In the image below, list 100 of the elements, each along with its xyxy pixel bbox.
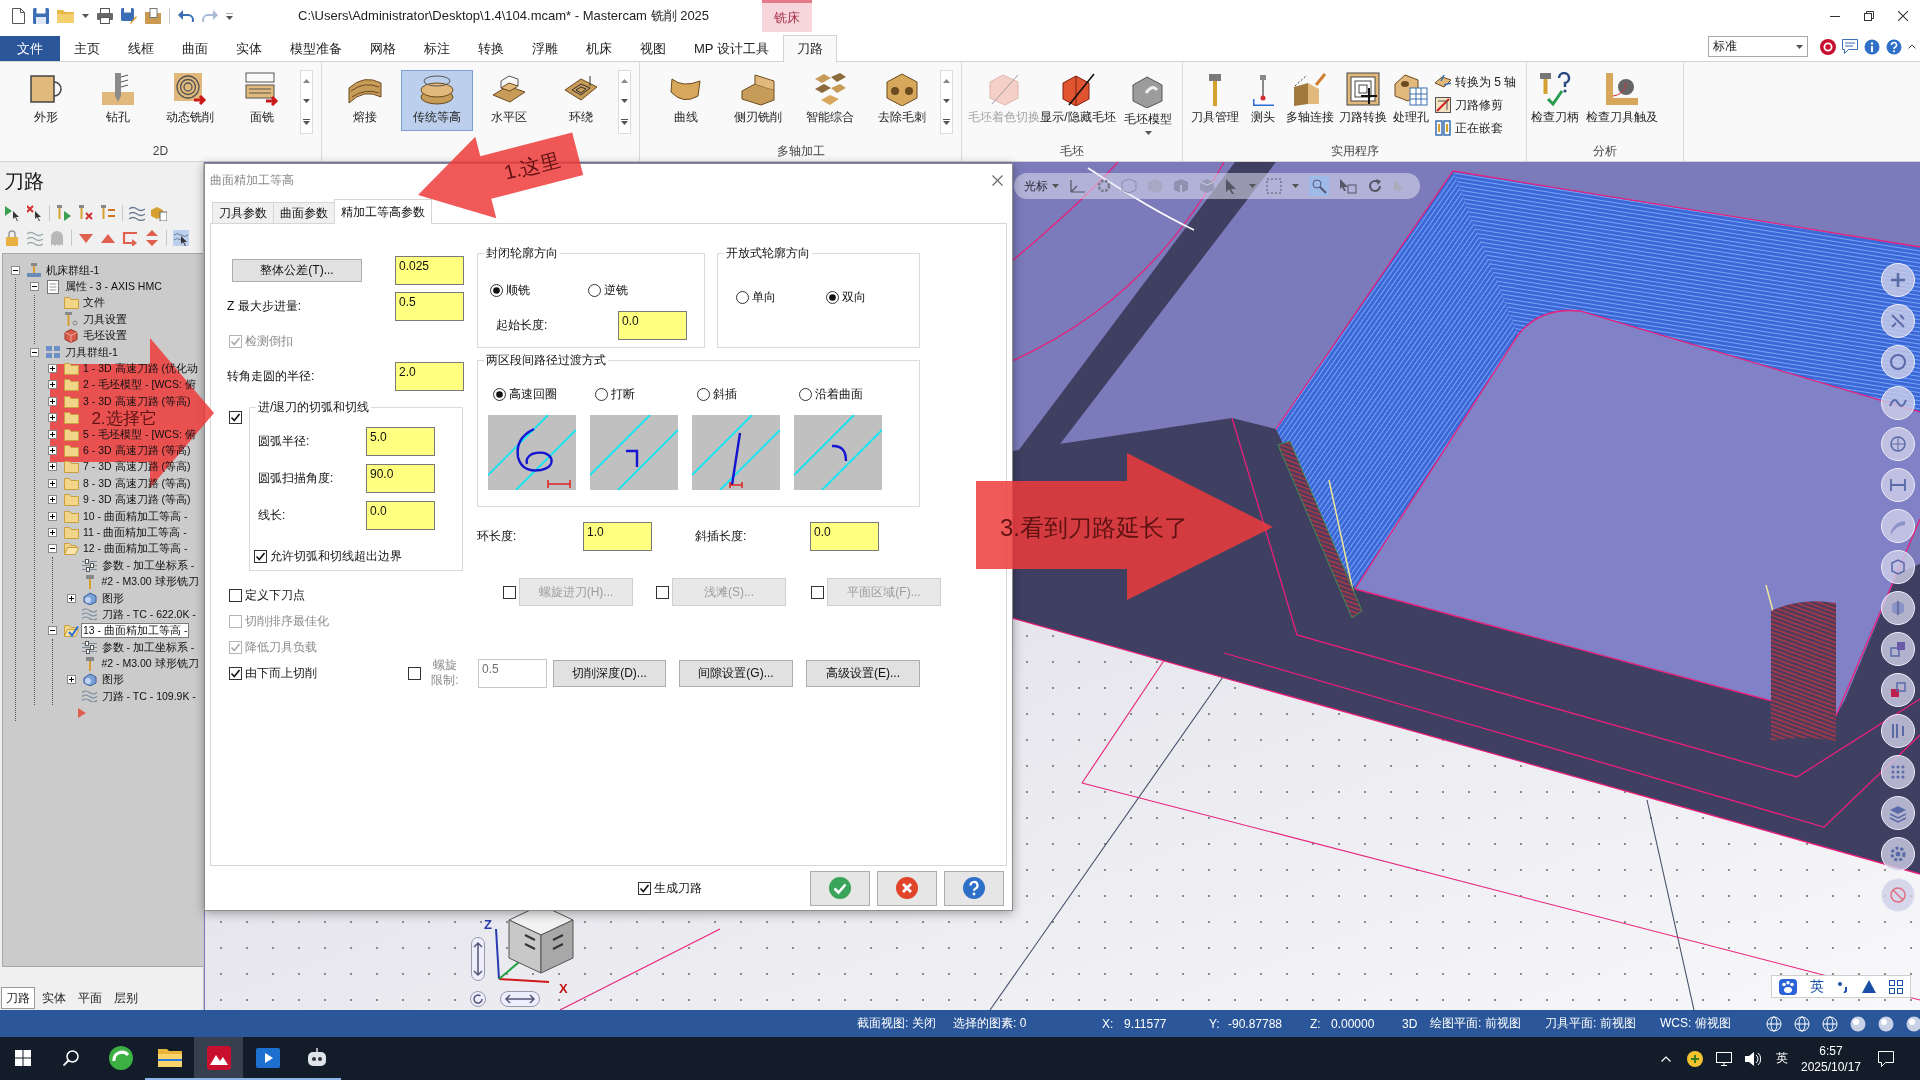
dialog-tab[interactable]: 精加工等高参数 <box>334 199 432 224</box>
ribbon-button[interactable]: 检查刀具触及 <box>1581 70 1663 131</box>
checkbox[interactable] <box>229 666 242 680</box>
folder-icon[interactable] <box>63 460 79 474</box>
tree-item[interactable]: 图形 <box>99 672 126 688</box>
expand-icon[interactable] <box>48 446 57 455</box>
menu-tab[interactable]: 主页 <box>60 36 114 61</box>
rotate-icon[interactable] <box>470 991 486 1007</box>
expand-icon[interactable] <box>48 462 57 472</box>
cursor-wave-icon[interactable] <box>173 229 189 246</box>
play-cursor-icon[interactable] <box>5 204 21 221</box>
ribbon-button[interactable]: 外形 <box>10 70 82 131</box>
help-button[interactable] <box>944 870 1004 906</box>
input-field[interactable]: 0.5 <box>395 292 464 321</box>
ribbon-button[interactable]: 刀路修剪 <box>1433 95 1519 115</box>
grid-icon[interactable] <box>1889 979 1904 994</box>
menu-tab[interactable]: MP 设计工具 <box>680 36 783 61</box>
checkbox[interactable] <box>229 588 242 602</box>
tree-item[interactable]: 刀具群组-1 <box>62 344 120 360</box>
radio-label[interactable]: 沿着曲面 <box>815 385 863 403</box>
globe-icon[interactable] <box>1794 1015 1810 1032</box>
collapse-icon[interactable] <box>11 265 20 275</box>
prohibited-icon[interactable] <box>1881 878 1915 912</box>
network-icon[interactable] <box>1715 1051 1732 1066</box>
radio-button[interactable] <box>493 387 506 401</box>
tree-item[interactable]: #2 - M3.00 球形铣刀 <box>99 656 201 672</box>
input-field[interactable]: 1.0 <box>583 522 652 551</box>
surface-icon[interactable] <box>1881 509 1915 543</box>
ribbon-button[interactable]: 环绕 <box>545 70 617 131</box>
tree-item[interactable]: 参数 - 加工坐标系 - <box>99 639 197 655</box>
tree-item[interactable]: 10 - 曲面精加工等高 - <box>81 508 190 524</box>
chat-icon[interactable] <box>1842 39 1858 54</box>
folder-icon[interactable] <box>63 394 79 408</box>
tree-item[interactable]: 2 - 毛坯模型 - [WCS: 俯 <box>81 377 198 393</box>
radio-button[interactable] <box>490 283 503 297</box>
tree-item[interactable]: 1 - 3D 高速刀路 (优化动 <box>81 361 200 377</box>
menu-tab[interactable]: 实体 <box>222 36 276 61</box>
curve-icon[interactable] <box>1881 386 1915 420</box>
scroll-down-icon[interactable] <box>943 99 950 103</box>
ribbon-button[interactable]: 正在嵌套 <box>1433 118 1519 138</box>
swap-icon[interactable] <box>100 204 116 221</box>
menu-tab[interactable]: 标注 <box>410 36 464 61</box>
tree-item[interactable]: 刀路 - TC - 622.0K - <box>99 606 198 622</box>
folder-icon[interactable] <box>63 411 79 425</box>
checkbox-label[interactable]: 定义下刀点 <box>245 586 305 604</box>
close-icon[interactable] <box>992 175 1003 186</box>
checkbox-label[interactable]: 允许切弧和切线超出边界 <box>270 547 402 565</box>
panel-tab[interactable]: 刀路 <box>1 987 35 1009</box>
cursor-check-icon[interactable] <box>1339 178 1357 194</box>
tree-item[interactable]: 5 - 毛坯模型 - [WCS: 俯 <box>81 426 198 442</box>
cancel-button[interactable] <box>877 870 937 906</box>
left-right-arrows-icon[interactable] <box>500 991 540 1007</box>
dialog-tab[interactable]: 曲面参数 <box>273 202 335 223</box>
menu-tab[interactable]: 线框 <box>114 36 168 61</box>
magnifier-icon[interactable] <box>1311 178 1327 194</box>
up-down-icon[interactable] <box>144 229 160 246</box>
menu-tab[interactable]: 刀路 <box>782 35 837 62</box>
input-mode-label[interactable]: 英 <box>1809 977 1824 996</box>
chevron-up-icon[interactable] <box>1660 1055 1671 1062</box>
expand-icon[interactable] <box>48 478 57 488</box>
plane-status[interactable]: 绘图平面: 前视图 <box>1430 1015 1521 1032</box>
ribbon-button[interactable]: 去除毛刺 <box>866 70 938 131</box>
caret-icon[interactable] <box>82 14 89 18</box>
ribbon-button[interactable]: 曲线 <box>650 70 722 131</box>
ribbon-button[interactable]: 转换为 5 轴 <box>1433 72 1519 92</box>
ribbon-button[interactable]: 智能综合 <box>794 70 866 131</box>
expand-icon[interactable] <box>48 380 57 390</box>
plus-circle-icon[interactable] <box>1686 1050 1703 1067</box>
layers-icon[interactable] <box>1881 796 1915 830</box>
ribbon-button[interactable]: 传统等高 <box>401 70 473 131</box>
collapse-caret-icon[interactable] <box>1908 44 1916 49</box>
tree-item[interactable]: 图形 <box>99 590 126 606</box>
checkbox-label[interactable]: 生成刀路 <box>654 879 702 897</box>
waves-icon[interactable] <box>129 204 145 221</box>
settings-button[interactable]: 切削深度(D)... <box>553 659 666 687</box>
input-field[interactable]: 0.025 <box>395 256 464 285</box>
input-language[interactable]: 英 <box>1775 1050 1788 1067</box>
radio-button[interactable] <box>736 290 749 304</box>
menu-tab[interactable]: 机床 <box>572 36 626 61</box>
up-down-arrows-icon[interactable] <box>471 937 485 981</box>
cross-cursor-icon[interactable] <box>27 204 43 221</box>
close-icon[interactable] <box>1898 11 1908 21</box>
expand-icon[interactable] <box>66 593 76 603</box>
input-field[interactable]: 0.0 <box>618 311 687 340</box>
menu-tab[interactable]: 转换 <box>464 36 518 61</box>
scroll-down-icon[interactable] <box>303 99 310 103</box>
settings-button[interactable]: 间隙设置(G)... <box>679 659 793 687</box>
sphere-icon[interactable] <box>1878 1015 1894 1032</box>
input-field[interactable]: 5.0 <box>366 427 435 456</box>
tree-item[interactable]: 机床群组-1 <box>44 262 102 278</box>
tree-item[interactable]: 3 - 3D 高速刀路 (等高) <box>81 393 193 409</box>
squares-icon[interactable] <box>1881 632 1915 666</box>
folder-icon[interactable] <box>63 444 79 457</box>
input-field[interactable]: 90.0 <box>366 464 435 493</box>
input-field[interactable]: 0.0 <box>810 522 879 551</box>
tree-item[interactable]: 毛坯设置 <box>81 328 129 344</box>
ribbon-button[interactable]: 侧刃铣削 <box>722 70 794 131</box>
minimize-icon[interactable] <box>1830 15 1840 17</box>
menu-tab[interactable]: 模型准备 <box>276 36 356 61</box>
radio-label[interactable]: 逆铣 <box>604 281 628 299</box>
